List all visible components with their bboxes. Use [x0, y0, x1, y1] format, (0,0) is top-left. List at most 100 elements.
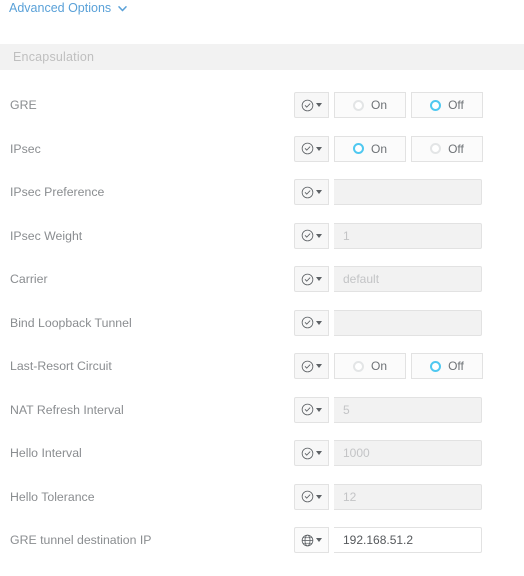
field-control: On Off	[294, 92, 483, 118]
form-row: Bind Loopback Tunnel	[0, 309, 524, 354]
radio-group: On Off	[334, 92, 483, 118]
scope-dropdown-button[interactable]	[294, 179, 329, 205]
form-row: IPsec Preference	[0, 179, 524, 223]
field-control	[294, 309, 482, 336]
field-label: GRE tunnel destination IP	[10, 533, 152, 547]
text-input[interactable]: 1000	[334, 440, 482, 466]
scope-dropdown-button[interactable]	[294, 222, 329, 249]
field-control	[294, 179, 482, 205]
field-label: IPsec	[10, 141, 41, 156]
field-control: On Off	[294, 135, 483, 162]
scope-dropdown-button[interactable]	[294, 440, 329, 466]
chevron-down-icon	[118, 5, 127, 11]
advanced-options-toggle[interactable]: Advanced Options	[9, 0, 128, 16]
form-row: NAT Refresh Interval 5	[0, 396, 524, 441]
radio-option-label: On	[370, 98, 387, 112]
field-label: Bind Loopback Tunnel	[10, 315, 132, 330]
field-label: Hello Interval	[10, 446, 82, 460]
chevron-down-icon	[316, 190, 322, 194]
chevron-down-icon	[316, 320, 322, 325]
field-label: Last-Resort Circuit	[10, 359, 112, 373]
radio-dot-icon	[352, 99, 364, 111]
field-control: default	[294, 266, 482, 292]
chevron-down-icon	[316, 233, 322, 238]
text-input[interactable]: default	[334, 266, 482, 292]
radio-option-label: Off	[448, 359, 464, 373]
radio-option-on[interactable]: On	[334, 92, 406, 118]
scope-dropdown-button[interactable]	[294, 527, 329, 553]
scope-dropdown-button[interactable]	[294, 309, 329, 336]
form-row: Carrier default	[0, 266, 524, 310]
circle-check-icon	[301, 99, 314, 111]
circle-check-icon	[301, 142, 314, 155]
chevron-down-icon	[316, 494, 322, 499]
text-input[interactable]: 12	[334, 483, 482, 510]
scope-dropdown-button[interactable]	[294, 353, 329, 379]
chevron-down-icon	[316, 103, 322, 107]
radio-group: On Off	[334, 135, 483, 162]
radio-option-label: Off	[448, 98, 464, 112]
circle-check-icon	[301, 360, 314, 372]
radio-dot-icon	[352, 143, 364, 154]
radio-dot-icon	[430, 360, 442, 372]
globe-icon	[301, 534, 314, 546]
scope-dropdown-button[interactable]	[294, 135, 329, 162]
scope-dropdown-button[interactable]	[294, 483, 329, 510]
field-control: On Off	[294, 353, 483, 379]
circle-check-icon	[301, 403, 314, 416]
text-input[interactable]: 1	[334, 222, 482, 249]
scope-dropdown-button[interactable]	[294, 396, 329, 423]
radio-option-off[interactable]: Off	[411, 353, 483, 379]
advanced-options-label: Advanced Options	[9, 1, 112, 15]
circle-check-icon	[301, 229, 314, 242]
form-row: GRE tunnel destination IP 192.168.51.2	[0, 527, 524, 571]
chevron-down-icon	[316, 538, 322, 542]
field-control: 12	[294, 483, 482, 510]
field-label: Carrier	[10, 272, 48, 286]
text-input[interactable]	[334, 179, 482, 205]
field-control: 192.168.51.2	[294, 527, 482, 553]
section-title: Encapsulation	[13, 50, 95, 64]
radio-option-label: On	[370, 359, 387, 373]
field-label: IPsec Weight	[10, 228, 83, 243]
form-row: IPsec Weight 1	[0, 222, 524, 267]
encapsulation-section-header: Encapsulation	[0, 44, 524, 70]
circle-check-icon	[301, 316, 314, 329]
field-label: Hello Tolerance	[10, 489, 95, 504]
radio-option-on[interactable]: On	[334, 353, 406, 379]
form-row: Hello Interval 1000	[0, 440, 524, 484]
field-label: IPsec Preference	[10, 185, 105, 199]
radio-option-off[interactable]: Off	[411, 135, 483, 162]
radio-option-label: On	[370, 141, 387, 156]
form-row: IPsec On Off	[0, 135, 524, 180]
chevron-down-icon	[316, 407, 322, 412]
radio-dot-icon	[430, 143, 442, 154]
radio-option-off[interactable]: Off	[411, 92, 483, 118]
radio-option-on[interactable]: On	[334, 135, 406, 162]
circle-check-icon	[301, 273, 314, 285]
radio-dot-icon	[430, 99, 442, 111]
circle-check-icon	[301, 490, 314, 503]
chevron-down-icon	[316, 146, 322, 151]
advanced-options-panel: Advanced Options Encapsulation GRE On Off I…	[0, 0, 524, 576]
chevron-down-icon	[316, 364, 322, 368]
scope-dropdown-button[interactable]	[294, 92, 329, 118]
scope-dropdown-button[interactable]	[294, 266, 329, 292]
radio-dot-icon	[352, 360, 364, 372]
circle-check-icon	[301, 447, 314, 459]
text-input[interactable]: 192.168.51.2	[334, 527, 482, 553]
form-row: Last-Resort Circuit On Off	[0, 353, 524, 397]
form-rows: GRE On Off IPsec On Off IPsec Preference IPsec …	[0, 92, 524, 571]
form-row: Hello Tolerance 12	[0, 483, 524, 528]
chevron-down-icon	[316, 277, 322, 281]
field-control: 1000	[294, 440, 482, 466]
field-control: 5	[294, 396, 482, 423]
field-label: NAT Refresh Interval	[10, 402, 124, 417]
form-row: GRE On Off	[0, 92, 524, 136]
field-label: GRE	[10, 98, 37, 112]
field-control: 1	[294, 222, 482, 249]
text-input[interactable]	[334, 309, 482, 336]
radio-option-label: Off	[448, 141, 464, 156]
text-input[interactable]: 5	[334, 396, 482, 423]
radio-group: On Off	[334, 353, 483, 379]
